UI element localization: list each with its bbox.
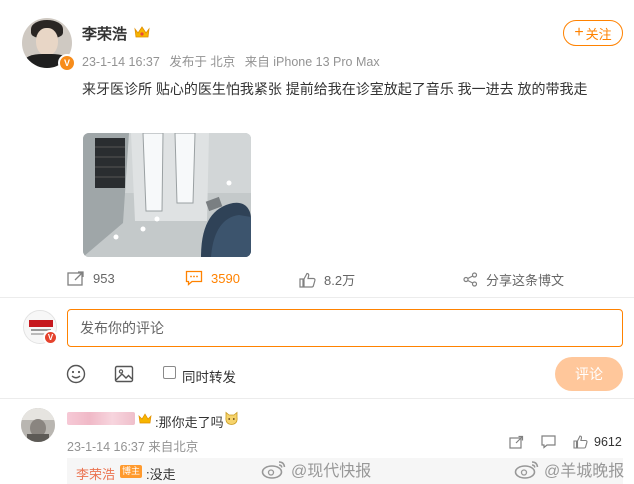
repost-count: 953 bbox=[93, 270, 115, 286]
repost-icon bbox=[509, 435, 524, 449]
image-upload-icon[interactable] bbox=[114, 364, 134, 384]
post-image[interactable] bbox=[83, 133, 251, 257]
verified-badge-icon: V bbox=[43, 330, 58, 345]
comment-icon bbox=[185, 270, 203, 286]
thumbs-up-icon bbox=[299, 272, 316, 288]
comment-like-button[interactable]: 9612 bbox=[573, 435, 622, 449]
share-button[interactable]: 分享这条博文 bbox=[463, 270, 564, 289]
comment-icon bbox=[541, 435, 556, 449]
comment-reply-button[interactable] bbox=[541, 435, 556, 449]
comment-input[interactable] bbox=[67, 309, 623, 347]
emoji-icon[interactable] bbox=[66, 364, 86, 384]
commenter-avatar[interactable] bbox=[21, 408, 55, 442]
weibo-logo-icon bbox=[514, 461, 539, 479]
reply-author[interactable]: 李荣浩 bbox=[76, 464, 115, 483]
comment-count: 3590 bbox=[211, 270, 240, 286]
post-location: 发布于 北京 bbox=[169, 55, 236, 69]
cat-emoji-icon bbox=[225, 411, 238, 425]
follow-label: 关注 bbox=[585, 26, 612, 42]
repost-checkbox[interactable] bbox=[163, 366, 176, 379]
repost-icon bbox=[67, 271, 84, 286]
follow-button[interactable]: + 关注 bbox=[563, 20, 623, 46]
share-icon bbox=[463, 272, 478, 287]
comment-button[interactable]: 3590 bbox=[185, 270, 240, 286]
divider bbox=[0, 398, 634, 399]
share-label: 分享这条博文 bbox=[486, 273, 565, 288]
divider bbox=[0, 297, 634, 298]
comment-time: 23-1-14 16:37 来自北京 bbox=[67, 440, 199, 454]
reply-text: :没走 bbox=[146, 467, 176, 482]
crown-badge-icon bbox=[138, 413, 152, 424]
plus-icon: + bbox=[574, 24, 584, 41]
comment-like-count: 9612 bbox=[594, 435, 622, 449]
crown-badge-icon bbox=[134, 26, 150, 38]
author-name[interactable]: 李荣浩 bbox=[82, 23, 127, 44]
watermark: @现代快报 bbox=[261, 457, 371, 481]
repost-checkbox-label[interactable]: 同时转发 bbox=[182, 366, 236, 386]
thumbs-up-icon bbox=[573, 435, 588, 449]
like-button[interactable]: 8.2万 bbox=[299, 270, 355, 289]
weibo-logo-icon bbox=[261, 461, 286, 479]
verified-badge-icon: V bbox=[58, 54, 76, 72]
watermark-text: @羊城晚报 bbox=[544, 463, 625, 480]
post-time[interactable]: 23-1-14 16:37 bbox=[82, 55, 160, 69]
watermark-text: @现代快报 bbox=[291, 463, 372, 480]
comment-repost-button[interactable] bbox=[509, 435, 524, 449]
watermark: @羊城晚报 bbox=[514, 457, 624, 481]
repost-button[interactable]: 953 bbox=[67, 270, 115, 286]
commenter-name[interactable] bbox=[67, 412, 135, 425]
post-source: 来自 iPhone 13 Pro Max bbox=[244, 55, 380, 69]
like-count: 8.2万 bbox=[324, 273, 356, 288]
post-text: 来牙医诊所 贴心的医生怕我紧张 提前给我在诊室放起了音乐 我一进去 放的带我走 bbox=[82, 81, 588, 97]
post-meta: 23-1-14 16:37 发布于 北京 来自 iPhone 13 Pro Ma… bbox=[82, 51, 386, 70]
submit-comment-button[interactable]: 评论 bbox=[555, 357, 623, 391]
author-badge: 博主 bbox=[120, 465, 142, 478]
comment-text: :那你走了吗 bbox=[155, 415, 224, 430]
